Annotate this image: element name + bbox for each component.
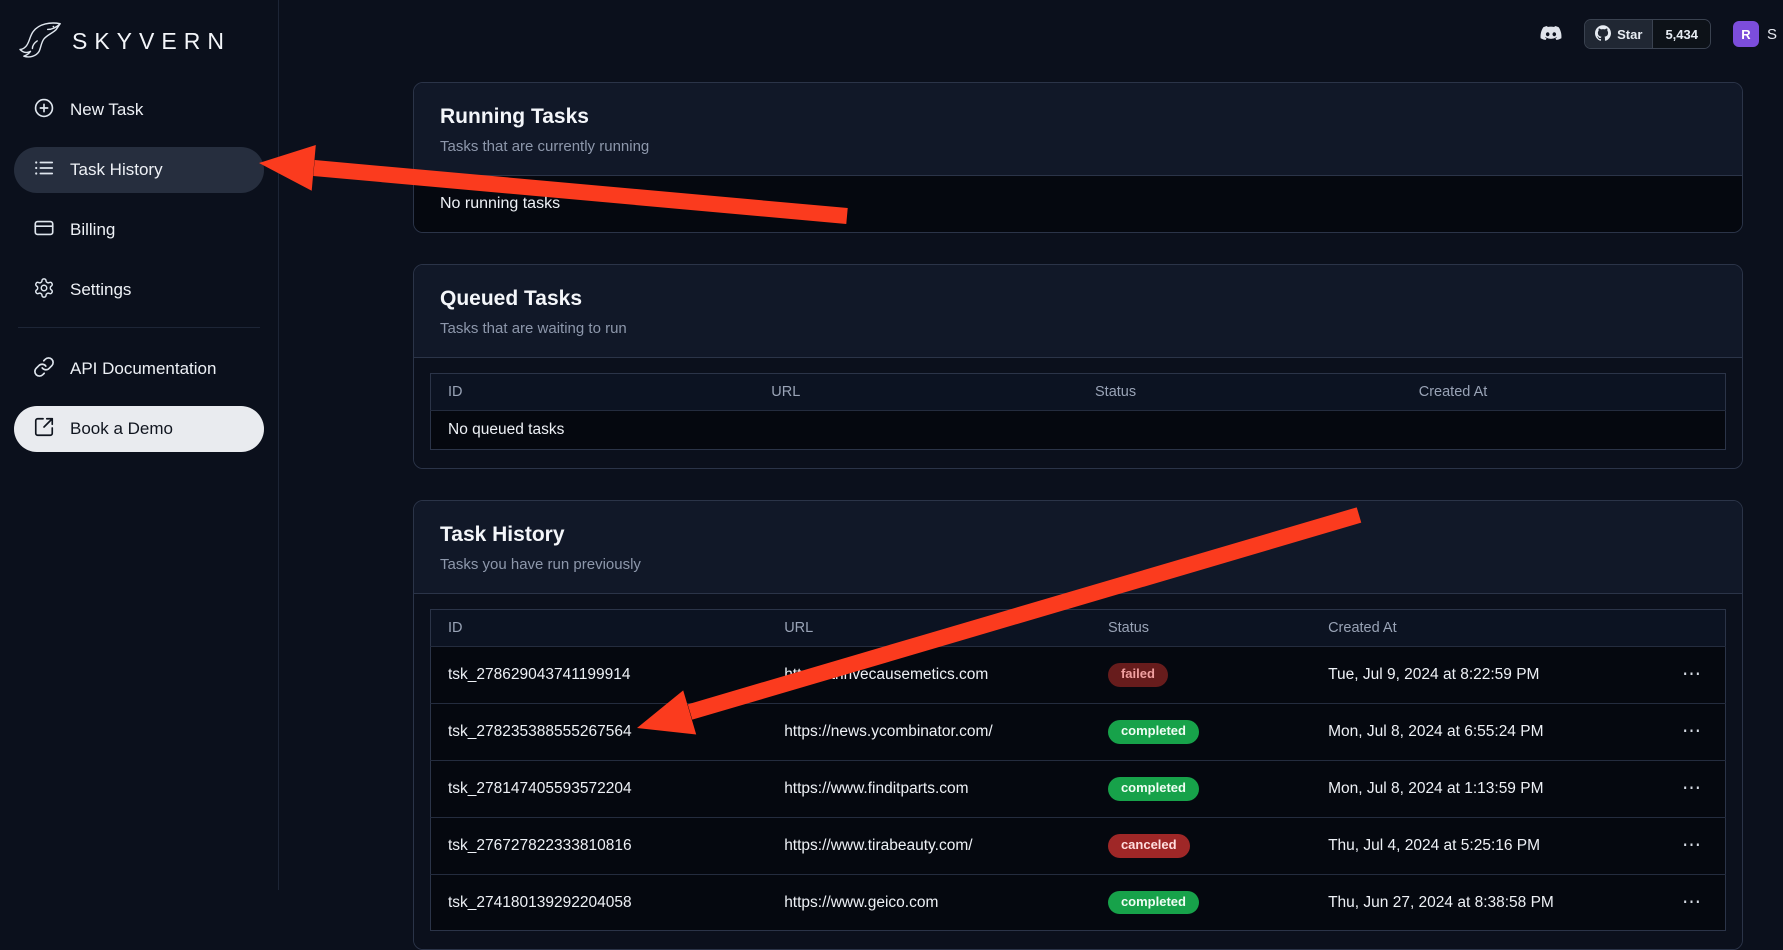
sidebar-item-new-task[interactable]: New Task xyxy=(14,87,264,133)
sidebar-item-label: API Documentation xyxy=(70,359,216,379)
ellipsis-icon: ⋯ xyxy=(1682,778,1703,799)
task-history-table: ID URL Status Created At tsk_27862904374… xyxy=(430,609,1726,931)
discord-icon[interactable] xyxy=(1536,22,1566,46)
task-history-header-row: ID URL Status Created At xyxy=(431,610,1726,647)
status-badge: failed xyxy=(1108,663,1168,687)
topbar: Star 5,434 R S xyxy=(280,0,1783,68)
column-header-created-at: Created At xyxy=(1311,610,1622,647)
queued-tasks-header-row: ID URL Status Created At xyxy=(431,374,1726,411)
status-badge: completed xyxy=(1108,720,1199,744)
column-header-id: ID xyxy=(431,374,755,411)
task-created-at: Thu, Jun 27, 2024 at 8:38:58 PM xyxy=(1311,874,1622,931)
task-history-content: ID URL Status Created At tsk_27862904374… xyxy=(414,593,1742,949)
running-tasks-empty: No running tasks xyxy=(414,175,1742,232)
status-badge: canceled xyxy=(1108,834,1190,858)
task-row[interactable]: tsk_274180139292204058 https://www.geico… xyxy=(431,874,1726,931)
task-url: https://www.geico.com xyxy=(767,874,1091,931)
sidebar-item-label: Task History xyxy=(70,160,163,180)
running-tasks-title: Running Tasks xyxy=(440,105,1716,129)
running-tasks-subtitle: Tasks that are currently running xyxy=(440,138,1716,155)
task-history-header: Task History Tasks you have run previous… xyxy=(414,501,1742,593)
task-history-subtitle: Tasks you have run previously xyxy=(440,556,1716,573)
github-icon xyxy=(1595,25,1611,44)
column-header-url: URL xyxy=(754,374,1078,411)
task-id: tsk_276727822333810816 xyxy=(431,817,768,874)
queued-tasks-subtitle: Tasks that are waiting to run xyxy=(440,320,1716,337)
task-created-at: Mon, Jul 8, 2024 at 6:55:24 PM xyxy=(1311,703,1622,760)
row-actions-button[interactable]: ⋯ xyxy=(1622,703,1726,760)
ellipsis-icon: ⋯ xyxy=(1682,721,1703,742)
task-id: tsk_278235388555267564 xyxy=(431,703,768,760)
task-url: https://news.ycombinator.com/ xyxy=(767,703,1091,760)
task-id: tsk_274180139292204058 xyxy=(431,874,768,931)
task-history-card: Task History Tasks you have run previous… xyxy=(413,500,1743,950)
column-header-actions xyxy=(1622,610,1726,647)
sidebar-item-label: Settings xyxy=(70,280,131,300)
github-star-label: Star xyxy=(1617,27,1642,42)
gear-icon xyxy=(33,277,55,304)
task-url: https://www.tirabeauty.com/ xyxy=(767,817,1091,874)
user-name-partial: S xyxy=(1767,26,1777,43)
row-actions-button[interactable]: ⋯ xyxy=(1622,817,1726,874)
main-content: Running Tasks Tasks that are currently r… xyxy=(413,82,1743,950)
plus-circle-icon xyxy=(33,97,55,124)
queued-tasks-header: Queued Tasks Tasks that are waiting to r… xyxy=(414,265,1742,357)
task-created-at: Mon, Jul 8, 2024 at 1:13:59 PM xyxy=(1311,760,1622,817)
skyvern-logo[interactable]: SKYVERN xyxy=(14,16,264,87)
task-url: https://www.finditparts.com xyxy=(767,760,1091,817)
task-row[interactable]: tsk_278629043741199914 https://thrivecau… xyxy=(431,647,1726,704)
queued-tasks-empty-row: No queued tasks xyxy=(431,411,1726,450)
task-row[interactable]: tsk_278235388555267564 https://news.ycom… xyxy=(431,703,1726,760)
task-history-title: Task History xyxy=(440,523,1716,547)
queued-tasks-card: Queued Tasks Tasks that are waiting to r… xyxy=(413,264,1743,469)
queued-tasks-content: ID URL Status Created At No queued tasks xyxy=(414,357,1742,468)
sidebar-item-label: Billing xyxy=(70,220,115,240)
list-icon xyxy=(33,157,55,184)
queued-tasks-title: Queued Tasks xyxy=(440,287,1716,311)
column-header-url: URL xyxy=(767,610,1091,647)
sidebar-item-settings[interactable]: Settings xyxy=(14,267,264,313)
sidebar-item-label: Book a Demo xyxy=(70,419,173,439)
github-star-count: 5,434 xyxy=(1652,20,1710,48)
skyvern-logo-icon xyxy=(18,18,64,65)
task-created-at: Tue, Jul 9, 2024 at 8:22:59 PM xyxy=(1311,647,1622,704)
column-header-id: ID xyxy=(431,610,768,647)
ellipsis-icon: ⋯ xyxy=(1682,664,1703,685)
task-id: tsk_278629043741199914 xyxy=(431,647,768,704)
external-link-icon xyxy=(33,416,55,443)
column-header-status: Status xyxy=(1091,610,1311,647)
ellipsis-icon: ⋯ xyxy=(1682,835,1703,856)
running-tasks-header: Running Tasks Tasks that are currently r… xyxy=(414,83,1742,175)
sidebar-item-billing[interactable]: Billing xyxy=(14,207,264,253)
task-row[interactable]: tsk_276727822333810816 https://www.tirab… xyxy=(431,817,1726,874)
sidebar-item-label: New Task xyxy=(70,100,143,120)
queued-tasks-table: ID URL Status Created At No queued tasks xyxy=(430,373,1726,450)
github-star-button[interactable]: Star 5,434 xyxy=(1584,19,1711,49)
sidebar: SKYVERN New Task Task History xyxy=(0,0,279,890)
task-url: https://thrivecausemetics.com xyxy=(767,647,1091,704)
user-avatar[interactable]: R xyxy=(1733,21,1759,47)
sidebar-divider xyxy=(18,327,260,328)
sidebar-item-book-a-demo[interactable]: Book a Demo xyxy=(14,406,264,452)
row-actions-button[interactable]: ⋯ xyxy=(1622,647,1726,704)
row-actions-button[interactable]: ⋯ xyxy=(1622,760,1726,817)
ellipsis-icon: ⋯ xyxy=(1682,892,1703,913)
task-id: tsk_278147405593572204 xyxy=(431,760,768,817)
task-row[interactable]: tsk_278147405593572204 https://www.findi… xyxy=(431,760,1726,817)
status-badge: completed xyxy=(1108,777,1199,801)
column-header-created-at: Created At xyxy=(1402,374,1726,411)
sidebar-nav: New Task Task History Billing xyxy=(14,87,264,313)
app-name: SKYVERN xyxy=(72,28,231,55)
column-header-status: Status xyxy=(1078,374,1402,411)
row-actions-button[interactable]: ⋯ xyxy=(1622,874,1726,931)
sidebar-item-api-documentation[interactable]: API Documentation xyxy=(14,346,264,392)
sidebar-item-task-history[interactable]: Task History xyxy=(14,147,264,193)
link-icon xyxy=(33,356,55,383)
status-badge: completed xyxy=(1108,891,1199,915)
credit-card-icon xyxy=(33,217,55,244)
queued-tasks-empty: No queued tasks xyxy=(431,411,1726,450)
running-tasks-card: Running Tasks Tasks that are currently r… xyxy=(413,82,1743,233)
task-created-at: Thu, Jul 4, 2024 at 5:25:16 PM xyxy=(1311,817,1622,874)
